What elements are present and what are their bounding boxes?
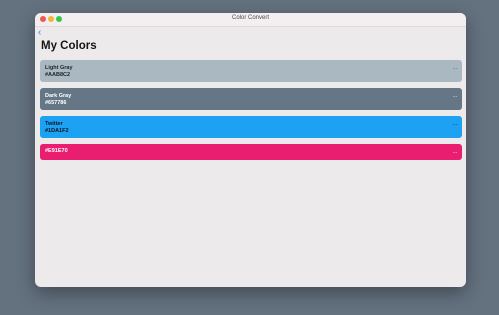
more-options-icon[interactable]: ··· xyxy=(453,122,458,128)
color-hex: #E91E70 xyxy=(45,148,68,154)
more-options-icon[interactable]: ··· xyxy=(453,150,458,156)
more-options-icon[interactable]: ··· xyxy=(453,66,458,72)
color-hex: #657786 xyxy=(45,99,67,106)
title-bar: Color Convert xyxy=(35,13,466,27)
color-list: Light Gray #AAB8C2 ··· Dark Gray #657786… xyxy=(40,60,462,166)
page-title: My Colors xyxy=(41,40,97,52)
back-chevron-icon[interactable]: ‹ xyxy=(38,28,41,38)
color-hex: #1DA1F2 xyxy=(45,127,69,134)
more-options-icon[interactable]: ··· xyxy=(453,94,458,100)
window-title: Color Convert xyxy=(231,15,269,21)
color-hex: #AAB8C2 xyxy=(45,71,71,78)
color-row-twitter[interactable]: Twitter #1DA1F2 ··· xyxy=(40,116,462,138)
color-row-dark-gray[interactable]: Dark Gray #657786 ··· xyxy=(40,88,462,110)
app-window: Color Convert ‹ My Colors Light Gray #AA… xyxy=(35,13,466,287)
color-row-light-gray[interactable]: Light Gray #AAB8C2 ··· xyxy=(40,60,462,82)
color-row-pink[interactable]: #E91E70 ··· xyxy=(40,144,462,160)
